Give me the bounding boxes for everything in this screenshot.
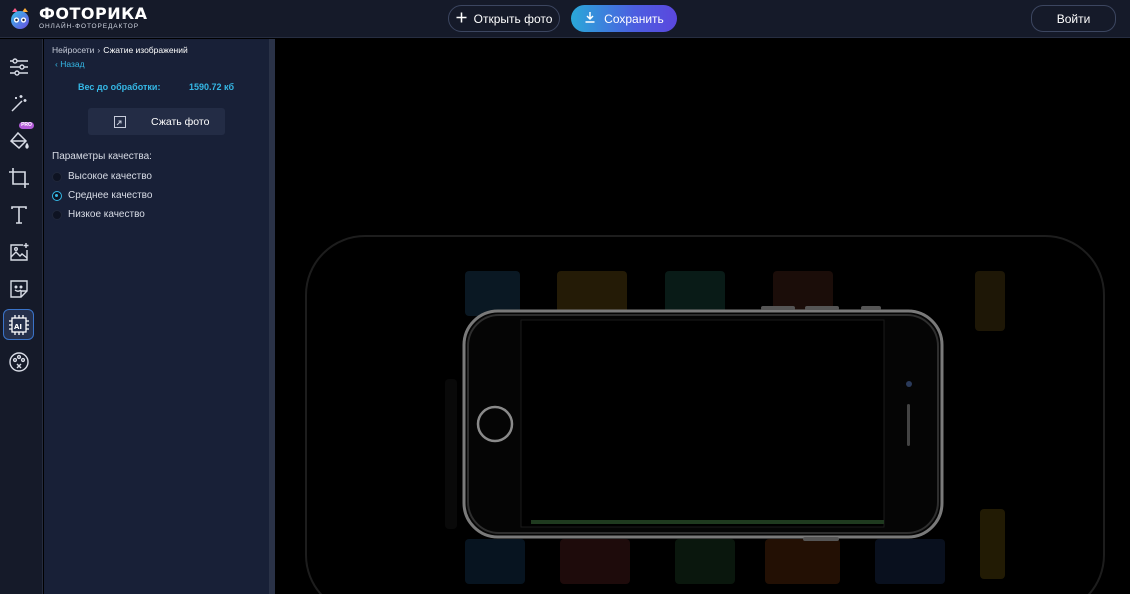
- top-bar: ФОТОРИКА ОНЛАЙН-ФОТОРЕДАКТОР Открыть фот…: [0, 0, 1130, 38]
- quality-option-label: Низкое качество: [68, 209, 145, 220]
- phone-image: [462, 306, 944, 541]
- pro-badge: PRO: [19, 122, 34, 129]
- breadcrumb: Нейросети › Сжатие изображений: [52, 45, 188, 55]
- radio-medium[interactable]: [52, 190, 62, 201]
- sticker-icon[interactable]: [3, 273, 34, 304]
- save-label: Сохранить: [604, 11, 664, 26]
- quality-option-label: Высокое качество: [68, 171, 152, 182]
- quality-option-high[interactable]: Высокое качество: [52, 171, 152, 182]
- compress-icon: [114, 115, 126, 128]
- magic-wand-icon[interactable]: [3, 87, 34, 118]
- tool-rail: PRO AI: [0, 39, 43, 594]
- compress-photo-button[interactable]: Сжать фото: [88, 108, 225, 135]
- login-button[interactable]: Войти: [1031, 5, 1116, 32]
- background-app-tile: [980, 509, 1005, 579]
- weight-label: Вес до обработки:: [78, 82, 161, 92]
- logo-icon: [8, 5, 32, 31]
- compress-photo-label: Сжать фото: [151, 115, 210, 128]
- breadcrumb-separator: ›: [97, 45, 101, 55]
- background-app-tile: [445, 379, 457, 529]
- open-photo-label: Открыть фото: [473, 11, 553, 26]
- adjustments-icon[interactable]: [3, 51, 34, 82]
- save-button[interactable]: Сохранить: [571, 5, 677, 32]
- weight-value: 1590.72 кб: [189, 82, 235, 92]
- background-app-tile: [675, 539, 735, 584]
- login-label: Войти: [1056, 11, 1091, 26]
- quality-option-label: Среднее качество: [68, 190, 153, 201]
- crop-icon[interactable]: [3, 162, 34, 193]
- palette-icon[interactable]: [3, 346, 34, 377]
- logo[interactable]: ФОТОРИКА ОНЛАЙН-ФОТОРЕДАКТОР: [8, 5, 148, 31]
- logo-name: ФОТОРИКА: [39, 3, 148, 23]
- quality-option-low[interactable]: Низкое качество: [52, 209, 145, 220]
- logo-tagline: ОНЛАЙН-ФОТОРЕДАКТОР: [39, 22, 139, 30]
- compression-panel: Нейросети › Сжатие изображений ‹ Назад Вес…: [44, 39, 269, 594]
- svg-text:AI: AI: [14, 323, 22, 331]
- add-image-icon[interactable]: [3, 236, 34, 267]
- background-app-tile: [465, 539, 525, 584]
- radio-high[interactable]: [52, 171, 62, 182]
- breadcrumb-parent-link[interactable]: Нейросети: [52, 45, 94, 55]
- background-app-tile: [560, 539, 630, 584]
- back-link[interactable]: ‹ Назад: [55, 59, 85, 69]
- open-photo-button[interactable]: Открыть фото: [448, 5, 560, 32]
- plus-icon: [456, 12, 467, 26]
- ai-chip-icon[interactable]: AI: [3, 309, 34, 340]
- quality-title: Параметры качества:: [52, 151, 152, 162]
- paint-bucket-icon[interactable]: [3, 125, 34, 156]
- background-app-tile: [975, 271, 1005, 331]
- text-icon[interactable]: [3, 199, 34, 230]
- image-canvas[interactable]: [275, 39, 1130, 594]
- quality-option-medium[interactable]: Среднее качество: [52, 190, 152, 201]
- radio-low[interactable]: [52, 209, 62, 220]
- background-app-tile: [765, 539, 840, 584]
- background-app-tile: [875, 539, 945, 584]
- download-icon: [584, 11, 596, 26]
- breadcrumb-current: Сжатие изображений: [103, 45, 188, 55]
